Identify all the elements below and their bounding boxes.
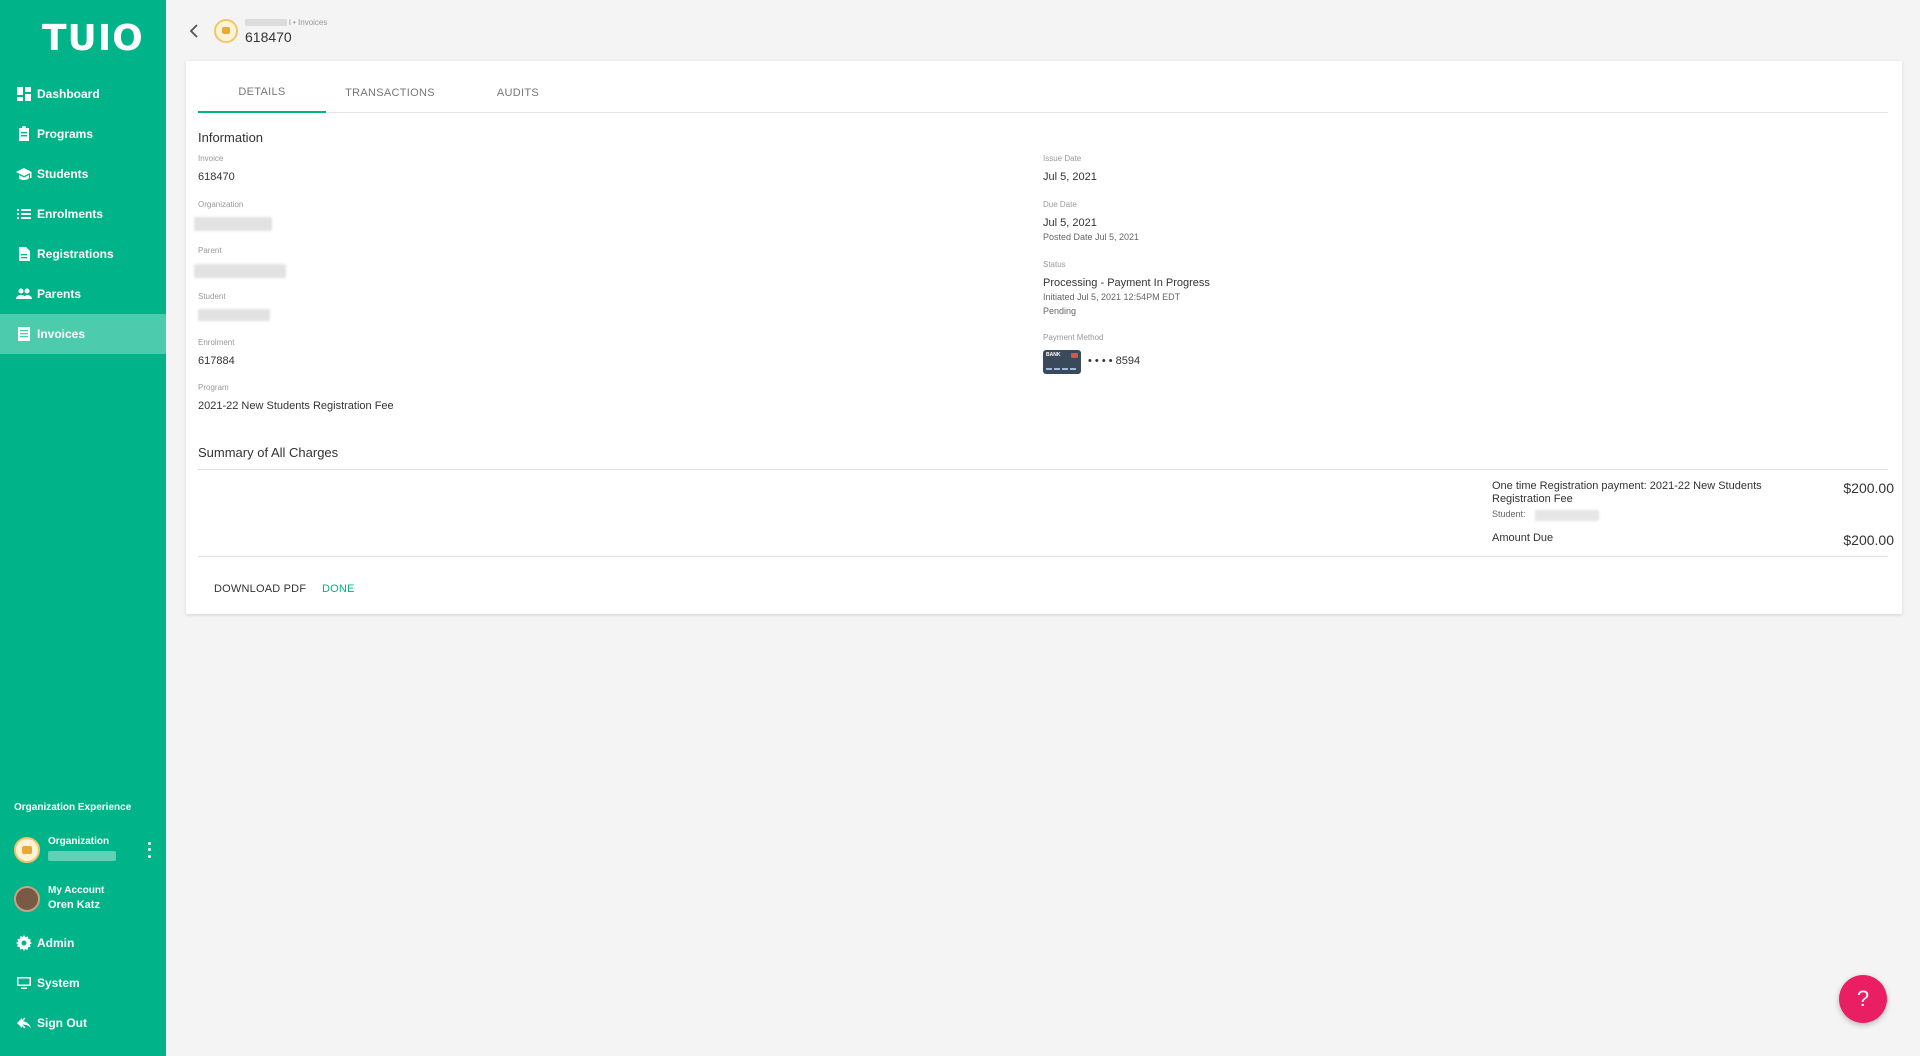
account-name: Oren Katz: [48, 899, 100, 911]
sidebar-bottom-nav: Admin System Sign Out: [0, 923, 166, 1043]
more-vertical-icon[interactable]: [144, 840, 154, 860]
sidebar-item-programs[interactable]: Programs: [0, 114, 166, 154]
charges-title: Summary of All Charges: [198, 445, 339, 460]
sign-out-icon: [16, 1015, 32, 1031]
program-value: 2021-22 New Students Registration Fee: [198, 400, 394, 412]
charge-description: One time Registration payment: 2021-22 N…: [1492, 480, 1762, 505]
sidebar-item-system[interactable]: System: [0, 963, 166, 1003]
charge-amount: $200.00: [1843, 480, 1894, 496]
enrolment-value: 617884: [198, 355, 235, 367]
breadcrumb-org-redacted: [245, 19, 287, 26]
organization-experience-label: Organization Experience: [14, 802, 132, 813]
sidebar-item-parents[interactable]: Parents: [0, 274, 166, 314]
tuio-logo[interactable]: TUIO: [42, 18, 144, 59]
download-pdf-button[interactable]: DOWNLOAD PDF: [206, 579, 314, 599]
invoice-card: DETAILS TRANSACTIONS AUDITS Information …: [186, 61, 1902, 614]
sidebar-item-label: Admin: [37, 936, 75, 950]
tab-bar: DETAILS TRANSACTIONS AUDITS: [198, 73, 1888, 113]
sidebar-item-label: Invoices: [37, 327, 86, 341]
sidebar-nav: Dashboard Programs Students Enrolments R…: [0, 74, 166, 354]
clipboard-icon: [16, 126, 32, 142]
status-label: Status: [1043, 260, 1066, 269]
chevron-left-icon: [189, 24, 198, 38]
sidebar-item-enrolments[interactable]: Enrolments: [0, 194, 166, 234]
organization-avatar: [14, 837, 40, 863]
list-icon: [16, 206, 32, 222]
invoice-label: Invoice: [198, 154, 224, 163]
enrolment-label: Enrolment: [198, 338, 235, 347]
sidebar-item-label: Programs: [37, 127, 94, 141]
page-title: 618470: [245, 29, 292, 45]
help-button[interactable]: ?: [1839, 975, 1887, 1023]
sidebar-item-label: Registrations: [37, 247, 114, 261]
my-account[interactable]: My Account Oren Katz: [14, 884, 154, 914]
parent-value-redacted: [194, 264, 286, 278]
sidebar-item-label: Sign Out: [37, 1016, 87, 1030]
payment-last4: • • • • 8594: [1088, 355, 1141, 367]
bank-card-text: BANK: [1046, 352, 1061, 358]
divider: [198, 469, 1888, 470]
due-date-value: Jul 5, 2021: [1043, 217, 1097, 229]
program-label: Program: [198, 383, 229, 392]
back-button[interactable]: [186, 22, 202, 40]
sidebar-item-admin[interactable]: Admin: [0, 923, 166, 963]
avatar: [14, 886, 40, 912]
gear-icon: [16, 935, 32, 951]
dashboard-icon: [16, 86, 32, 102]
sidebar-item-label: Students: [37, 167, 89, 181]
invoice-value: 618470: [198, 171, 235, 183]
tab-audits[interactable]: AUDITS: [454, 73, 582, 113]
status-badge: Pending: [1043, 306, 1077, 316]
bank-card-icon: BANK: [1043, 350, 1081, 374]
organization-name-redacted: [48, 851, 116, 861]
information-title: Information: [198, 130, 264, 145]
due-date-label: Due Date: [1043, 200, 1077, 209]
breadcrumb-text: l • Invoices: [289, 18, 328, 27]
document-icon: [16, 246, 32, 262]
organization-label: Organization: [198, 200, 244, 209]
tab-details[interactable]: DETAILS: [198, 73, 326, 113]
tab-transactions[interactable]: TRANSACTIONS: [326, 73, 454, 113]
sidebar-item-label: Parents: [37, 287, 82, 301]
sidebar-item-students[interactable]: Students: [0, 154, 166, 194]
issue-date-value: Jul 5, 2021: [1043, 171, 1097, 183]
charge-student-label: Student:: [1492, 509, 1526, 519]
my-account-label: My Account: [48, 885, 105, 896]
status-value: Processing - Payment In Progress: [1043, 277, 1210, 289]
student-value-redacted: [198, 309, 270, 321]
sidebar-item-label: Dashboard: [37, 87, 100, 101]
issue-date-label: Issue Date: [1043, 154, 1082, 163]
graduation-cap-icon: [16, 166, 32, 182]
divider: [198, 556, 1888, 557]
charge-student-redacted: [1535, 510, 1599, 521]
done-button[interactable]: DONE: [314, 579, 363, 599]
people-icon: [16, 286, 32, 302]
posted-date: Posted Date Jul 5, 2021: [1043, 232, 1140, 242]
sidebar-item-sign-out[interactable]: Sign Out: [0, 1003, 166, 1043]
organization-label: Organization: [48, 836, 110, 847]
organization-value-redacted: [194, 217, 272, 231]
breadcrumb[interactable]: l • Invoices: [245, 18, 327, 27]
sidebar-item-invoices[interactable]: Invoices: [0, 314, 166, 354]
monitor-icon: [16, 975, 32, 991]
invoice-icon: [16, 326, 32, 342]
parent-label: Parent: [198, 246, 222, 255]
organization-avatar: [214, 19, 238, 43]
status-initiated: Initiated Jul 5, 2021 12:54PM EDT: [1043, 292, 1181, 302]
student-label: Student: [198, 292, 226, 301]
sidebar-item-dashboard[interactable]: Dashboard: [0, 74, 166, 114]
amount-due-label: Amount Due: [1492, 532, 1554, 544]
sidebar-item-label: System: [37, 976, 80, 990]
payment-method-label: Payment Method: [1043, 333, 1104, 342]
organization-switcher[interactable]: Organization: [14, 835, 154, 865]
amount-due-value: $200.00: [1843, 532, 1894, 548]
sidebar: TUIO Dashboard Programs Students Enrolme…: [0, 0, 166, 1056]
sidebar-item-label: Enrolments: [37, 207, 104, 221]
sidebar-item-registrations[interactable]: Registrations: [0, 234, 166, 274]
